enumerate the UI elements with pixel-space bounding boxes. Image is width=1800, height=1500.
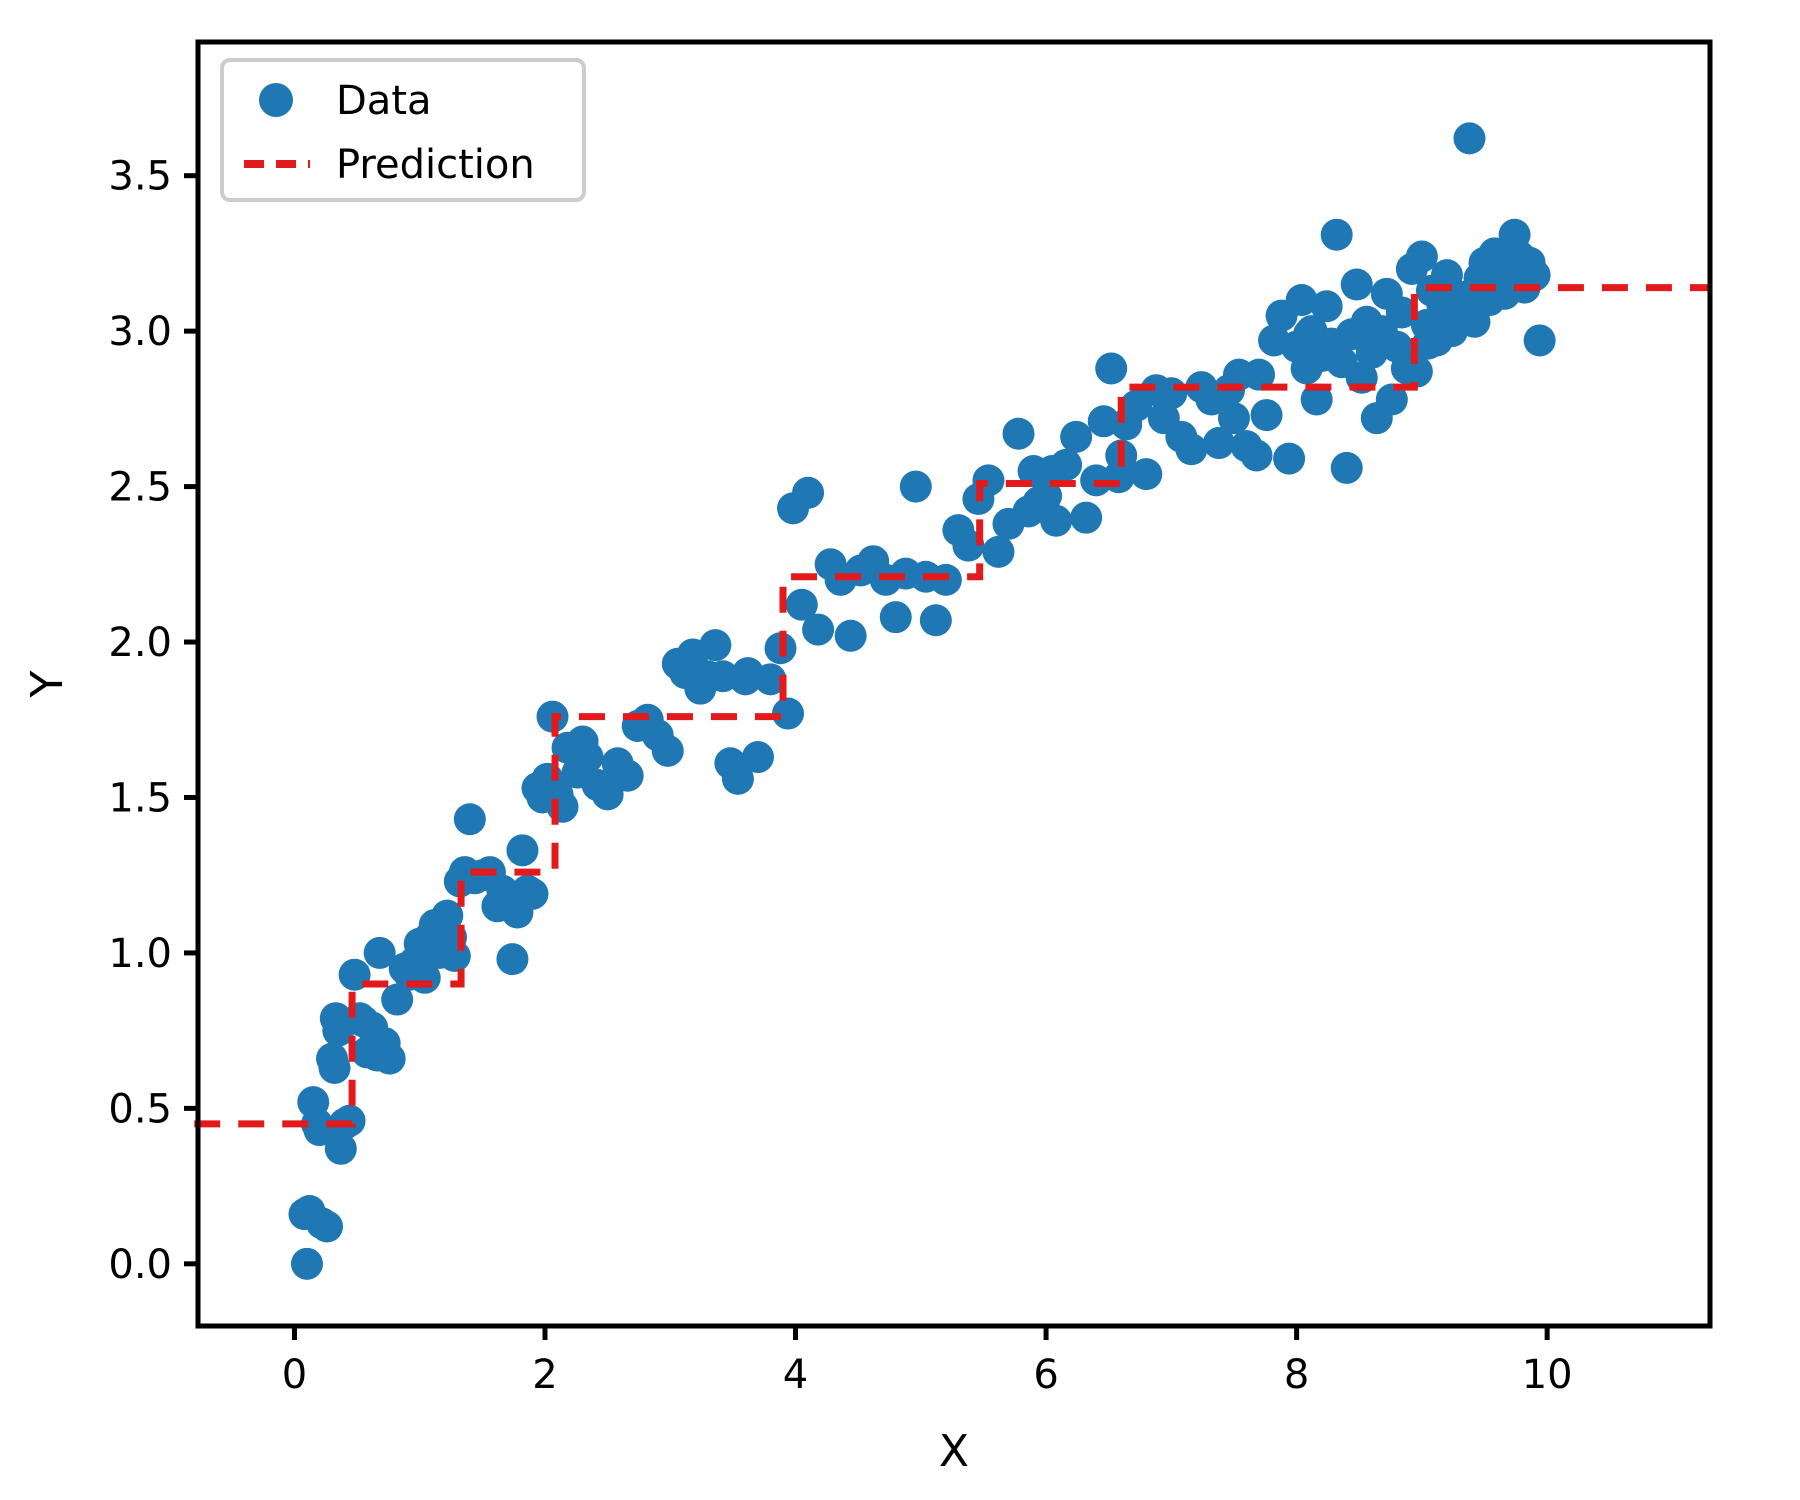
y-tick-label: 2.0 <box>108 620 172 666</box>
data-point <box>1240 439 1273 472</box>
data-point <box>546 790 579 823</box>
data-point <box>611 759 644 792</box>
data-point <box>1217 402 1250 435</box>
data-point <box>453 803 486 836</box>
data-point <box>1320 218 1353 251</box>
data-point <box>919 604 952 637</box>
figure-canvas: 0 2 4 6 8 10 0.0 0.5 1.0 1.5 2.0 2.5 3.0 3.5 X Y Data… <box>0 0 1800 1500</box>
data-point <box>1340 268 1373 301</box>
data-point <box>318 1051 351 1084</box>
data-point <box>1293 318 1326 351</box>
data-point <box>699 629 732 662</box>
data-point <box>311 1210 344 1243</box>
data-point <box>879 601 912 634</box>
y-tick-label: 0.0 <box>108 1242 172 1288</box>
data-point <box>506 834 539 867</box>
prediction-step-line <box>194 284 1710 1128</box>
data-point <box>1250 399 1283 432</box>
data-point <box>785 588 818 621</box>
y-tick-label: 1.5 <box>108 775 172 821</box>
x-tick-label: 10 <box>1522 1352 1573 1398</box>
legend-marker-data <box>259 83 293 117</box>
y-tick-label: 0.5 <box>108 1086 172 1132</box>
y-tick-label: 3.5 <box>108 154 172 200</box>
data-point <box>741 741 774 774</box>
data-point <box>1273 442 1306 475</box>
y-tick-label: 1.0 <box>108 931 172 977</box>
plot-frame <box>195 39 1713 1329</box>
data-point <box>1070 501 1103 534</box>
data-point <box>1060 420 1093 453</box>
data-point <box>566 725 599 758</box>
scatter-points-layer <box>288 122 1556 1280</box>
x-tick-label: 0 <box>282 1352 307 1398</box>
y-axis-ticks: 0.0 0.5 1.0 1.5 2.0 2.5 3.0 3.5 <box>108 154 198 1288</box>
legend-label-prediction: Prediction <box>336 142 535 188</box>
data-point <box>1330 451 1363 484</box>
data-point <box>982 535 1015 568</box>
data-point <box>834 619 867 652</box>
data-point <box>729 663 762 696</box>
chart-legend: Data Prediction <box>220 58 586 202</box>
data-point <box>651 734 684 767</box>
x-tick-label: 4 <box>783 1352 808 1398</box>
y-tick-label: 2.5 <box>108 465 172 511</box>
x-tick-label: 6 <box>1033 1352 1058 1398</box>
prediction-line <box>194 284 1710 1128</box>
x-tick-label: 2 <box>532 1352 557 1398</box>
data-point <box>1040 504 1073 537</box>
data-point <box>1002 417 1035 450</box>
data-point <box>1155 377 1188 410</box>
y-axis-title: Y <box>22 670 73 698</box>
data-point <box>496 943 529 976</box>
chart-svg: 0 2 4 6 8 10 0.0 0.5 1.0 1.5 2.0 2.5 3.0 3.5 X Y Data… <box>22 39 1713 1477</box>
data-point <box>1310 290 1343 323</box>
data-point <box>1523 324 1556 357</box>
data-point <box>1175 433 1208 466</box>
axes-spines <box>195 39 1713 1329</box>
data-point <box>1095 352 1128 385</box>
legend-label-data: Data <box>336 78 432 124</box>
y-tick-label: 3.0 <box>108 309 172 355</box>
data-point <box>792 476 825 509</box>
x-axis-title: X <box>939 1426 969 1477</box>
data-point <box>899 470 932 503</box>
data-point <box>1453 122 1486 155</box>
data-point <box>516 877 549 910</box>
data-point <box>373 1042 406 1075</box>
x-tick-label: 8 <box>1284 1352 1309 1398</box>
data-point <box>290 1247 323 1280</box>
x-axis-ticks: 0 2 4 6 8 10 <box>282 1326 1573 1398</box>
